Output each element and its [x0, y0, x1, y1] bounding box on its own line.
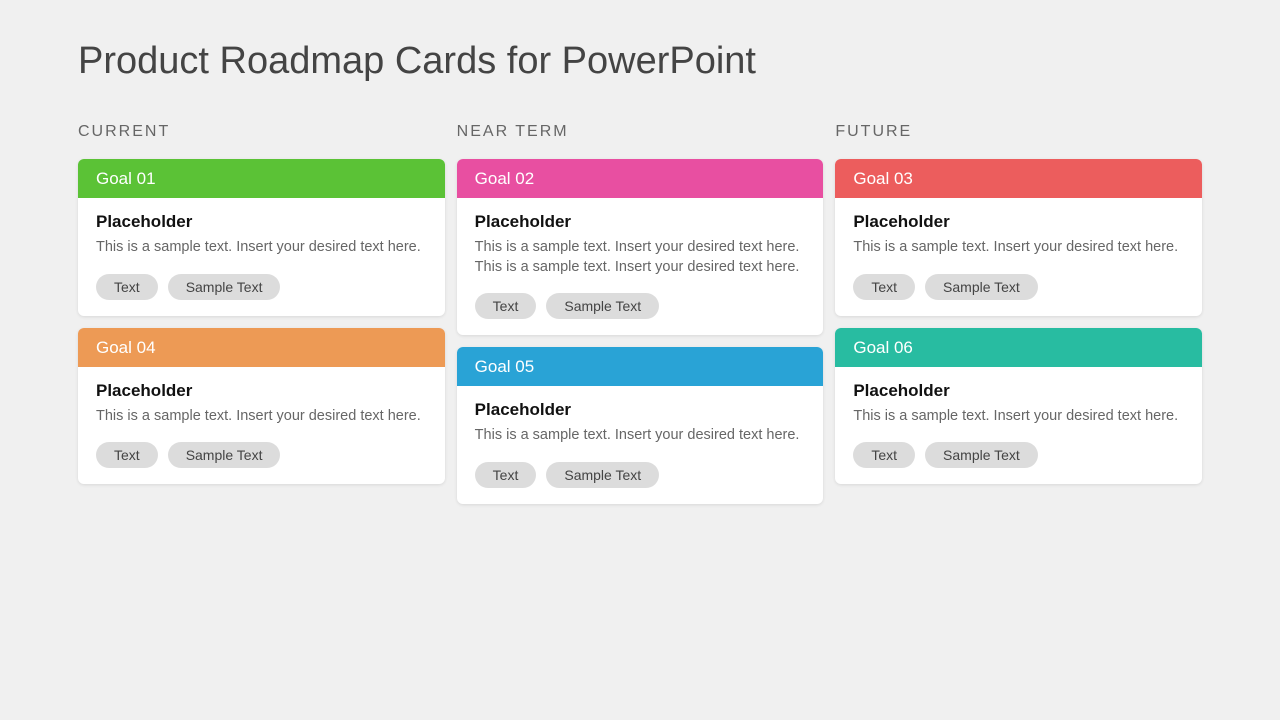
- card-subtitle: Placeholder: [853, 212, 1184, 232]
- roadmap-columns: CURRENT Goal 01 Placeholder This is a sampl…: [78, 123, 1202, 516]
- roadmap-card: Goal 05 Placeholder This is a sample text.…: [457, 347, 824, 504]
- card-goal-header: Goal 05: [457, 347, 824, 386]
- card-goal-header: Goal 03: [835, 159, 1202, 198]
- tag: Sample Text: [925, 442, 1038, 468]
- column-future: FUTURE Goal 03 Placeholder This is a sample…: [835, 123, 1202, 516]
- tag: Text: [475, 293, 537, 319]
- card-body: Placeholder This is a sample text. Insert…: [835, 198, 1202, 316]
- tag: Text: [96, 442, 158, 468]
- card-subtitle: Placeholder: [475, 212, 806, 232]
- roadmap-card: Goal 01 Placeholder This is a sample text.…: [78, 159, 445, 316]
- card-subtitle: Placeholder: [475, 400, 806, 420]
- column-current: CURRENT Goal 01 Placeholder This is a sampl…: [78, 123, 445, 516]
- card-text: This is a sample text. Insert your desir…: [475, 238, 806, 277]
- tag: Sample Text: [168, 442, 281, 468]
- column-header: FUTURE: [835, 123, 1202, 141]
- tag: Text: [96, 274, 158, 300]
- card-goal-header: Goal 02: [457, 159, 824, 198]
- card-tags: Text Sample Text: [853, 442, 1184, 468]
- card-goal-header: Goal 06: [835, 328, 1202, 367]
- page-title: Product Roadmap Cards for PowerPoint: [78, 40, 1202, 83]
- tag: Text: [853, 274, 915, 300]
- card-goal-header: Goal 01: [78, 159, 445, 198]
- card-tags: Text Sample Text: [96, 274, 427, 300]
- roadmap-card: Goal 02 Placeholder This is a sample text.…: [457, 159, 824, 335]
- card-body: Placeholder This is a sample text. Insert…: [78, 198, 445, 316]
- card-body: Placeholder This is a sample text. Insert…: [78, 367, 445, 485]
- card-goal-header: Goal 04: [78, 328, 445, 367]
- card-tags: Text Sample Text: [96, 442, 427, 468]
- roadmap-card: Goal 04 Placeholder This is a sample text.…: [78, 328, 445, 485]
- card-subtitle: Placeholder: [96, 381, 427, 401]
- tag: Sample Text: [168, 274, 281, 300]
- card-text: This is a sample text. Insert your desir…: [96, 238, 427, 258]
- tag: Text: [853, 442, 915, 468]
- column-header: CURRENT: [78, 123, 445, 141]
- card-text: This is a sample text. Insert your desir…: [853, 407, 1184, 427]
- card-text: This is a sample text. Insert your desir…: [96, 407, 427, 427]
- roadmap-card: Goal 03 Placeholder This is a sample text.…: [835, 159, 1202, 316]
- card-tags: Text Sample Text: [475, 462, 806, 488]
- tag: Sample Text: [546, 293, 659, 319]
- card-tags: Text Sample Text: [475, 293, 806, 319]
- column-near-term: NEAR TERM Goal 02 Placeholder This is a sam…: [457, 123, 824, 516]
- card-text: This is a sample text. Insert your desir…: [475, 426, 806, 446]
- card-subtitle: Placeholder: [853, 381, 1184, 401]
- tag: Text: [475, 462, 537, 488]
- card-body: Placeholder This is a sample text. Insert…: [457, 386, 824, 504]
- tag: Sample Text: [546, 462, 659, 488]
- tag: Sample Text: [925, 274, 1038, 300]
- card-tags: Text Sample Text: [853, 274, 1184, 300]
- card-subtitle: Placeholder: [96, 212, 427, 232]
- roadmap-card: Goal 06 Placeholder This is a sample text.…: [835, 328, 1202, 485]
- card-body: Placeholder This is a sample text. Insert…: [457, 198, 824, 335]
- card-text: This is a sample text. Insert your desir…: [853, 238, 1184, 258]
- column-header: NEAR TERM: [457, 123, 824, 141]
- card-body: Placeholder This is a sample text. Insert…: [835, 367, 1202, 485]
